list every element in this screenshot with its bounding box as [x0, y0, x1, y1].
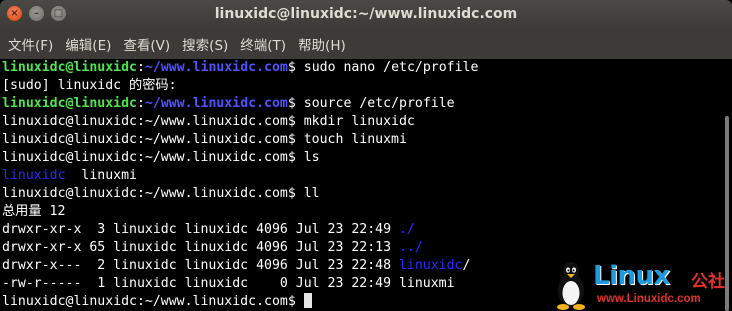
menu-view[interactable]: 查看(V)	[117, 34, 176, 54]
watermark-url: www.Linuxidc.com	[597, 293, 701, 305]
text-cursor	[303, 293, 312, 308]
prompt-plain: linuxidc@linuxidc:~/www.linuxidc.com$	[2, 186, 304, 201]
menu-terminal[interactable]: 终端(T)	[234, 34, 292, 54]
prompt-plain: linuxidc@linuxidc:~/www.linuxidc.com$	[2, 132, 304, 147]
command-text: ls	[303, 150, 320, 165]
directory-slash: /	[462, 258, 471, 273]
prompt-plain: linuxidc@linuxidc:~/www.linuxidc.com$	[2, 114, 304, 129]
prompt-path: ~/www.linuxidc.com	[144, 96, 288, 111]
watermark-brand: Linux	[593, 261, 670, 291]
prompt-dollar: $	[287, 60, 304, 75]
menu-bar: 文件(F) 编辑(E) 查看(V) 搜索(S) 终端(T) 帮助(H)	[0, 28, 732, 59]
prompt-dollar: $	[287, 96, 304, 111]
terminal-line: linuxidc@linuxidc:~/www.linuxidc.com$ ls	[2, 149, 722, 167]
terminal-line: [sudo] linuxidc 的密码:	[2, 78, 177, 93]
prompt-path: ~/www.linuxidc.com	[144, 60, 288, 75]
directory-entry: ./	[398, 222, 415, 237]
command-text: sudo nano /etc/profile	[303, 60, 479, 75]
prompt-user: linuxidc@linuxidc	[2, 60, 137, 75]
terminal-line: drwxr-xr-x 3 linuxidc linuxidc 4096 Jul …	[2, 221, 722, 239]
menu-file[interactable]: 文件(F)	[2, 34, 59, 54]
listing-meta: drwxr-xr-x 3 linuxidc linuxidc 4096 Jul …	[2, 222, 399, 237]
terminal-line: linuxidc@linuxidc:~/www.linuxidc.com$ so…	[2, 95, 722, 113]
directory-entry: linuxidc	[2, 168, 66, 183]
terminal-line: 总用量 12	[2, 204, 66, 219]
terminal-line: drwxr-xr-x 65 linuxidc linuxidc 4096 Jul…	[2, 239, 722, 257]
watermark-logo: Linux 公社 www.Linuxidc.com	[551, 259, 731, 311]
menu-edit[interactable]: 编辑(E)	[59, 34, 117, 54]
terminal-line: linuxidc@linuxidc:~/www.linuxidc.com$ su…	[2, 59, 722, 77]
terminal-line: linuxidc linuxmi	[2, 167, 722, 185]
terminal-line: linuxidc@linuxidc:~/www.linuxidc.com$ ll	[2, 185, 722, 203]
command-text: mkdir linuxidc	[303, 114, 415, 129]
prompt-colon: :	[136, 96, 145, 111]
command-text: ll	[303, 186, 320, 201]
listing-meta: drwxr-x--- 2 linuxidc linuxidc 4096 Jul …	[2, 258, 399, 273]
prompt-plain: linuxidc@linuxidc:~/www.linuxidc.com$	[2, 150, 304, 165]
terminal-line: linuxidc@linuxidc:~/www.linuxidc.com$ to…	[2, 131, 722, 149]
prompt-plain: linuxidc@linuxidc:~/www.linuxidc.com$	[2, 294, 304, 309]
prompt-user: linuxidc@linuxidc	[2, 96, 137, 111]
tux-penguin-icon	[557, 262, 585, 310]
terminal-line: linuxidc@linuxidc:~/www.linuxidc.com$ mk…	[2, 113, 722, 131]
file-entry: linuxmi	[65, 168, 137, 183]
window-title: linuxidc@linuxidc:~/www.linuxidc.com	[214, 6, 518, 22]
listing-meta: drwxr-xr-x 65 linuxidc linuxidc 4096 Jul…	[2, 240, 399, 255]
menu-help[interactable]: 帮助(H)	[292, 34, 352, 54]
directory-entry: linuxidc	[398, 258, 463, 273]
directory-entry: ../	[398, 240, 423, 255]
title-bar: × – □ linuxidc@linuxidc:~/www.linuxidc.c…	[0, 0, 732, 28]
command-text: touch linuxmi	[303, 132, 407, 147]
watermark-gongshe: 公社	[691, 272, 725, 292]
prompt-colon: :	[136, 60, 145, 75]
menu-search[interactable]: 搜索(S)	[176, 34, 234, 54]
command-text: source /etc/profile	[303, 96, 455, 111]
